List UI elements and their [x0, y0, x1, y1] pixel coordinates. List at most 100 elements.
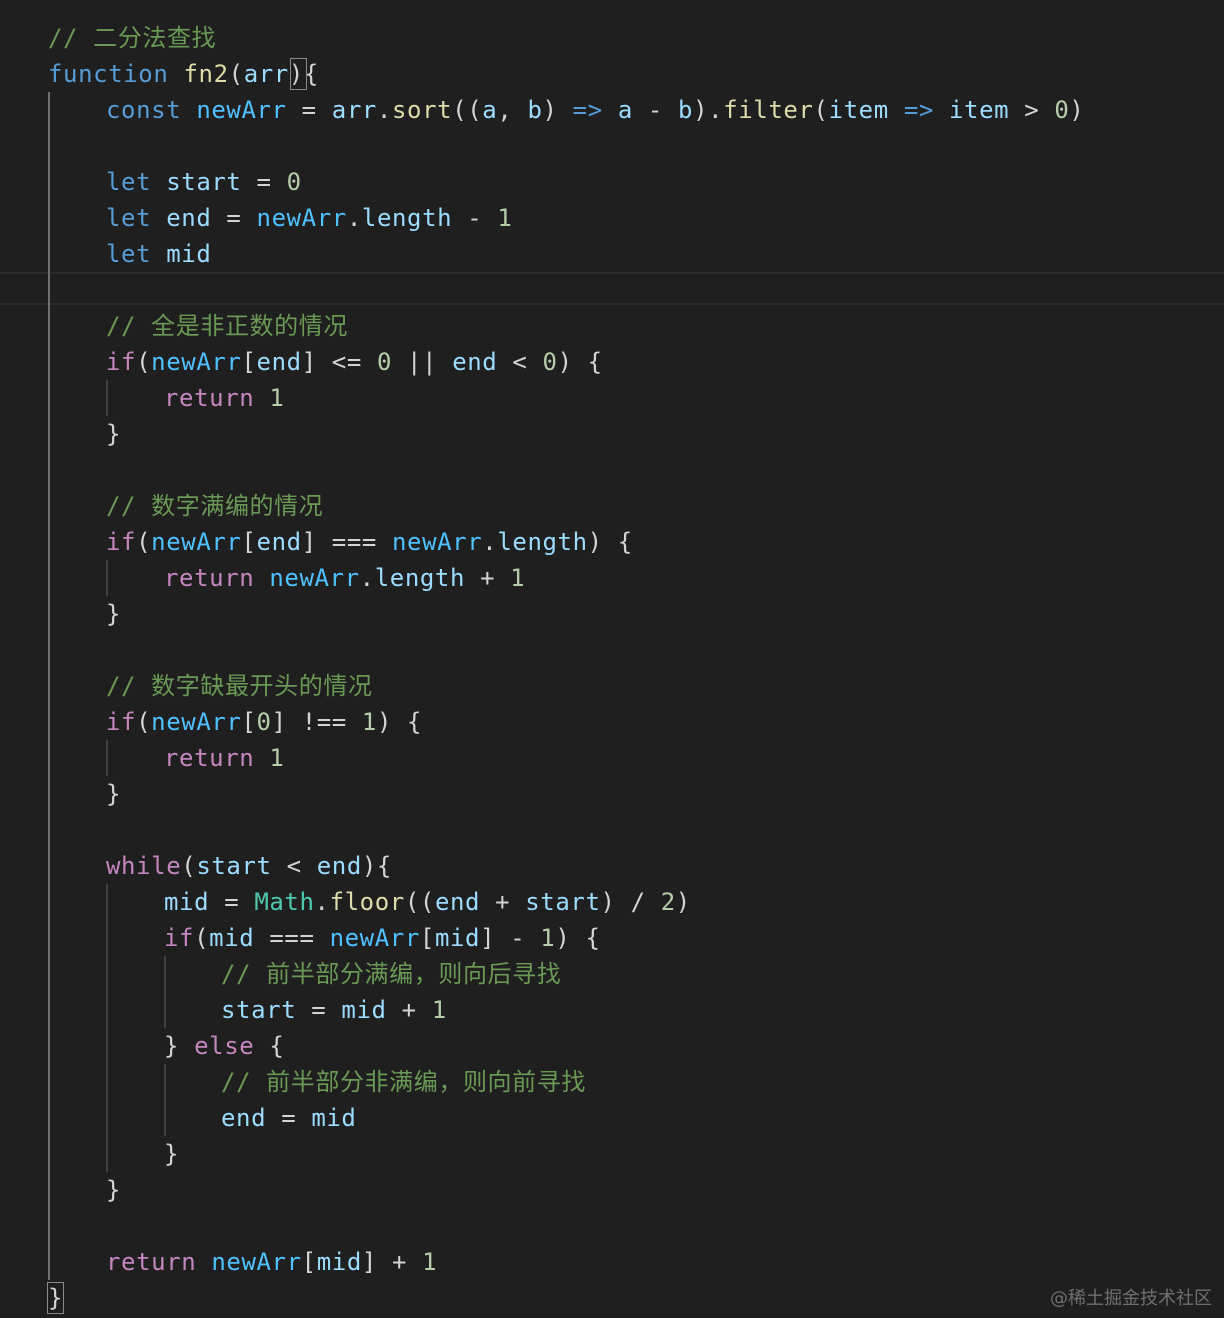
code-token-control: return [164, 564, 255, 592]
code-line[interactable]: return newArr.length + 1 [164, 560, 525, 596]
bracket-match-open [290, 58, 307, 90]
code-line[interactable]: return 1 [164, 740, 284, 776]
code-token-control: else [194, 1032, 255, 1060]
code-token-text: ). [693, 96, 724, 124]
code-token-text: ) { [555, 924, 601, 952]
code-token-text: [ [301, 1248, 317, 1276]
code-token-text: } [106, 1176, 122, 1204]
code-line[interactable]: // 数字满编的情况 [106, 488, 323, 524]
code-token-number: 1 [497, 204, 513, 232]
code-line[interactable]: let start = 0 [106, 164, 302, 200]
code-token-variable: mid [166, 240, 212, 268]
code-token-number: 1 [269, 744, 285, 772]
code-token-number: 1 [540, 924, 556, 952]
code-token-comment: // 全是非正数的情况 [106, 312, 348, 340]
code-line[interactable]: start = mid + 1 [221, 992, 447, 1028]
code-token-variable: mid [311, 1104, 357, 1132]
code-token-number: 1 [431, 996, 447, 1024]
indent-guide [106, 884, 108, 1172]
current-line-highlight [0, 272, 1224, 305]
code-token-text: + [465, 564, 511, 592]
indent-guide [164, 956, 166, 1028]
code-token-number: 0 [376, 348, 392, 376]
code-line[interactable]: } [106, 1172, 121, 1208]
code-token-variable: end [434, 888, 481, 916]
code-token-comment: // 二分法查找 [48, 24, 217, 52]
code-line[interactable]: // 二分法查找 [48, 20, 216, 56]
code-token-variable: a [617, 96, 633, 124]
code-line[interactable]: function fn2(arr){ [48, 56, 319, 92]
code-token-text: ) { [587, 528, 633, 556]
code-editor[interactable]: // 二分法查找 function fn2(arr){const newArr =… [0, 0, 1224, 1318]
code-line[interactable]: return 1 [164, 380, 284, 416]
code-token-text: ] <= [301, 348, 377, 376]
code-line[interactable]: if(newArr[end] === newArr.length) { [106, 524, 633, 560]
code-line[interactable]: } [106, 596, 121, 632]
code-token-text: } [164, 1140, 180, 1168]
code-token-variable: a [482, 96, 498, 124]
code-line[interactable]: // 前半部分非满编，则向前寻找 [221, 1064, 586, 1100]
code-token-text: = [286, 96, 332, 124]
code-token-variable: length [497, 528, 588, 556]
code-token-text: ) { [376, 708, 423, 736]
code-token-text: . [346, 204, 362, 232]
code-line[interactable]: if(newArr[end] <= 0 || end < 0) { [106, 344, 603, 380]
code-line[interactable]: mid = Math.floor((end + start) / 2) [164, 884, 691, 920]
code-token-text: + [480, 888, 526, 916]
code-token-number: 0 [286, 168, 302, 196]
code-token-text: = [296, 996, 342, 1024]
code-token-text: (( [404, 888, 435, 916]
code-token-text: ) [1069, 96, 1085, 124]
code-line[interactable]: // 全是非正数的情况 [106, 308, 348, 344]
code-line[interactable]: const newArr = arr.sort((a, b) => a - b)… [106, 92, 1084, 128]
code-token-text: ){ [361, 852, 392, 880]
code-token-text: < [497, 348, 543, 376]
code-token-variable: start [166, 168, 242, 196]
code-token-text: [ [241, 528, 257, 556]
code-token-text: > [1009, 96, 1055, 124]
code-token-variable: start [196, 852, 272, 880]
code-line[interactable]: let end = newArr.length - 1 [106, 200, 512, 236]
code-line[interactable]: // 数字缺最开头的情况 [106, 668, 373, 704]
code-token-comment: // 前半部分非满编，则向前寻找 [221, 1068, 586, 1096]
code-token-text: - [452, 204, 498, 232]
code-line[interactable]: return newArr[mid] + 1 [106, 1244, 437, 1280]
code-line[interactable]: } else { [164, 1028, 284, 1064]
code-token-text: ( [228, 60, 244, 88]
code-token-control: if [106, 528, 137, 556]
code-line[interactable]: if(mid === newArr[mid] - 1) { [164, 920, 601, 956]
code-token-constant: newArr [269, 564, 360, 592]
bracket-match-close [47, 1282, 64, 1314]
code-line[interactable]: } [106, 776, 121, 812]
code-token-keyword: function [48, 60, 169, 88]
code-line[interactable]: if(newArr[0] !== 1) { [106, 704, 422, 740]
code-line[interactable]: } [164, 1136, 179, 1172]
code-token-text: ( [136, 528, 152, 556]
code-token-text: { [254, 1032, 285, 1060]
code-token-variable: length [374, 564, 466, 592]
code-line[interactable]: // 前半部分满编，则向后寻找 [221, 956, 561, 992]
code-token-text: ) [542, 96, 573, 124]
code-token-constant: newArr [211, 1248, 302, 1276]
code-token-constant: newArr [151, 708, 242, 736]
code-token-text: . [482, 528, 498, 556]
code-token-variable: item [949, 96, 1010, 124]
code-token-text: [ [241, 708, 257, 736]
code-token-text: ] === [301, 528, 392, 556]
code-token-comment: // 数字满编的情况 [106, 492, 324, 520]
indent-guide [106, 380, 108, 416]
code-line[interactable]: } [106, 416, 121, 452]
code-token-constant: newArr [391, 528, 483, 556]
code-line[interactable]: while(start < end){ [106, 848, 392, 884]
code-line[interactable]: end = mid [221, 1100, 356, 1136]
code-token-text: === [254, 924, 330, 952]
code-token-keyword: let [106, 168, 152, 196]
code-line[interactable]: let mid [106, 236, 211, 272]
code-token-text: ( [136, 708, 152, 736]
code-token-text: = [241, 168, 287, 196]
code-token-variable: arr [243, 60, 289, 88]
